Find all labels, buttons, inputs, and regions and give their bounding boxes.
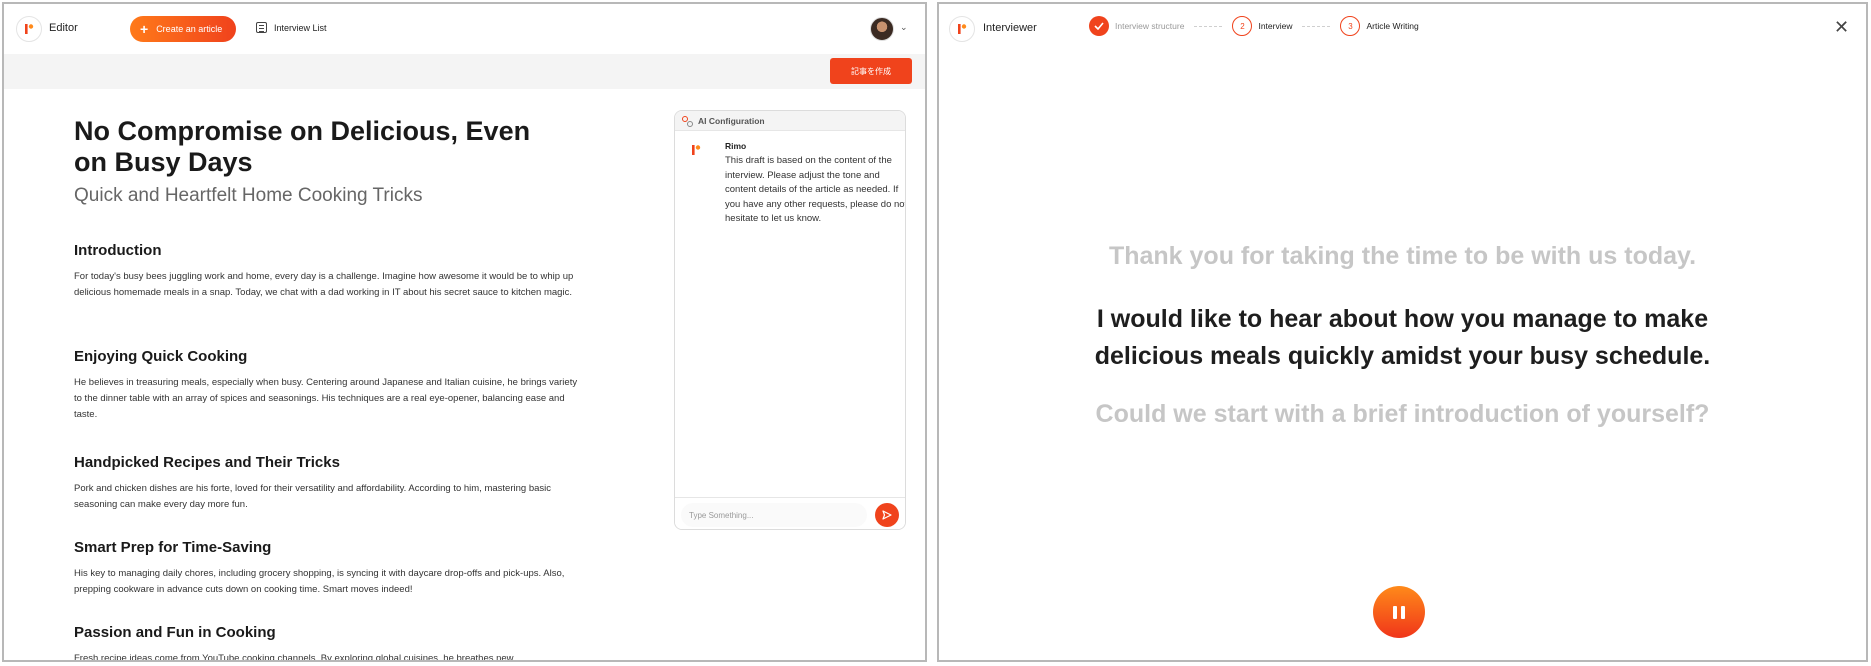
- chat-input[interactable]: [681, 503, 867, 527]
- current-prompt: I would like to hear about how you manag…: [939, 301, 1866, 375]
- ai-panel-header: AI Configuration: [675, 111, 905, 131]
- ai-configuration-panel: AI Configuration Rimo This draft is base…: [674, 110, 906, 530]
- article-section: Passion and Fun in Cooking Fresh recipe …: [74, 624, 584, 660]
- interview-list-link[interactable]: Interview List: [256, 22, 327, 33]
- create-article-button[interactable]: + Create an article: [130, 16, 236, 42]
- chat-input-row: [675, 497, 905, 529]
- section-heading[interactable]: Smart Prep for Time-Saving: [74, 539, 584, 556]
- create-article-label: Create an article: [156, 24, 223, 34]
- section-heading[interactable]: Enjoying Quick Cooking: [74, 348, 584, 365]
- interview-list-label: Interview List: [274, 22, 327, 33]
- article-subtitle[interactable]: Quick and Heartfelt Home Cooking Tricks: [74, 185, 594, 207]
- editor-toolbar: [4, 54, 925, 89]
- send-button[interactable]: [875, 503, 899, 527]
- step-divider: [1194, 25, 1223, 27]
- article-section: Handpicked Recipes and Their Tricks Pork…: [74, 454, 584, 513]
- ai-panel-title: AI Configuration: [698, 115, 765, 126]
- check-icon: [1089, 16, 1109, 36]
- assistant-logo-icon: [687, 141, 705, 159]
- message-text: This draft is based on the content of th…: [725, 155, 906, 224]
- chevron-down-icon[interactable]: ⌄: [900, 22, 908, 33]
- section-heading[interactable]: Passion and Fun in Cooking: [74, 624, 584, 641]
- section-body[interactable]: His key to managing daily chores, includ…: [74, 566, 584, 598]
- section-body[interactable]: For today's busy bees juggling work and …: [74, 269, 584, 301]
- pause-icon: [1393, 605, 1405, 619]
- step-label: Article Writing: [1366, 21, 1419, 31]
- step-interview[interactable]: 2 Interview: [1232, 16, 1292, 36]
- step-label: Interview: [1258, 21, 1293, 31]
- section-heading[interactable]: Handpicked Recipes and Their Tricks: [74, 454, 584, 471]
- avatar[interactable]: [870, 17, 894, 41]
- step-divider: [1302, 25, 1331, 27]
- section-body[interactable]: He believes in treasuring meals, especia…: [74, 375, 584, 423]
- editor-topbar: Editor + Create an article Interview Lis…: [4, 4, 925, 54]
- generate-article-button[interactable]: 記事を作成: [830, 58, 912, 84]
- step-article-writing[interactable]: 3 Article Writing: [1340, 16, 1419, 36]
- app-logo-icon[interactable]: [949, 16, 975, 42]
- step-interview-structure[interactable]: Interview structure: [1089, 16, 1184, 36]
- step-label: Interview structure: [1115, 21, 1185, 31]
- plus-icon: +: [140, 21, 149, 37]
- settings-icon: [682, 115, 693, 127]
- pause-button[interactable]: [1373, 586, 1425, 638]
- progress-steps: Interview structure 2 Interview 3 Articl…: [1089, 16, 1419, 36]
- article-header: No Compromise on Delicious, Even on Busy…: [74, 116, 594, 207]
- section-heading[interactable]: Introduction: [74, 242, 584, 259]
- close-icon[interactable]: ✕: [1834, 18, 1849, 36]
- previous-prompt: Thank you for taking the time to be with…: [1108, 242, 1697, 270]
- step-number: 2: [1232, 16, 1253, 36]
- article-title[interactable]: No Compromise on Delicious, Even on Busy…: [74, 116, 544, 178]
- send-icon: [882, 510, 892, 520]
- section-body[interactable]: Fresh recipe ideas come from YouTube coo…: [74, 651, 584, 660]
- section-body[interactable]: Pork and chicken dishes are his forte, l…: [74, 481, 584, 513]
- screenshot-stage: Editor + Create an article Interview Lis…: [0, 0, 1871, 666]
- article-section: Introduction For today's busy bees juggl…: [74, 242, 584, 301]
- app-logo-icon[interactable]: [16, 16, 42, 42]
- editor-panel: Editor + Create an article Interview Lis…: [2, 2, 927, 662]
- list-icon: [256, 22, 267, 33]
- editor-app-title: Editor: [49, 22, 78, 34]
- article-section: Enjoying Quick Cooking He believes in tr…: [74, 348, 584, 423]
- current-prompt-line: delicious meals quickly amidst your busy…: [1094, 342, 1711, 370]
- step-number: 3: [1340, 16, 1361, 36]
- article-section: Smart Prep for Time-Saving His key to ma…: [74, 539, 584, 598]
- interviewer-app-title: Interviewer: [983, 22, 1037, 34]
- interviewer-panel: Interviewer Interview structure 2 Interv…: [937, 2, 1868, 662]
- next-prompt: Could we start with a brief introduction…: [1095, 400, 1710, 428]
- message-sender: Rimo: [725, 141, 747, 151]
- current-prompt-line: I would like to hear about how you manag…: [1096, 305, 1709, 333]
